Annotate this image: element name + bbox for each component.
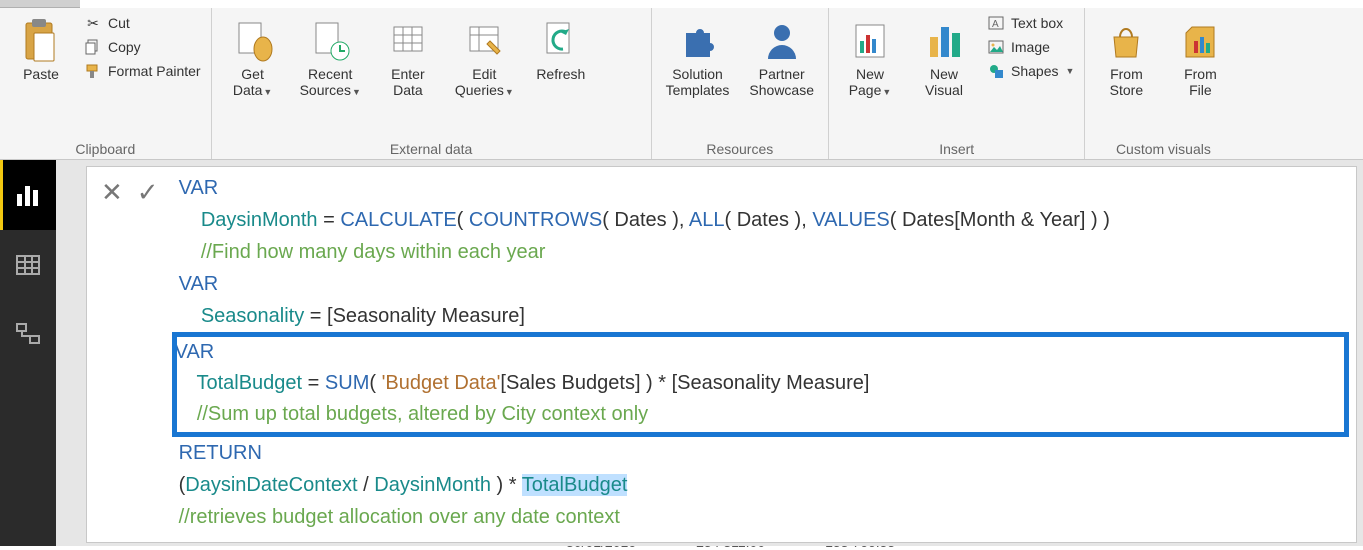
enter-data-label: Enter Data — [391, 66, 424, 98]
ribbon-group-custom: From Store From File Custom visuals — [1085, 8, 1241, 159]
recent-sources-button[interactable]: Recent Sources▼ — [296, 14, 365, 98]
svg-text:A: A — [992, 19, 999, 30]
format-painter-icon — [84, 62, 102, 80]
shapes-icon — [987, 62, 1005, 80]
nav-data-view[interactable] — [0, 230, 56, 300]
refresh-icon — [540, 18, 582, 64]
recent-sources-label: Recent Sources — [300, 66, 353, 98]
ribbon-group-resources: Solution Templates Partner Showcase Reso… — [652, 8, 829, 159]
nav-model-view[interactable] — [0, 300, 56, 370]
enter-data-button[interactable]: Enter Data — [377, 14, 439, 98]
new-page-button[interactable]: New Page▼ — [839, 14, 901, 98]
formula-editor[interactable]: VAR DaysinMonth = CALCULATE( COUNTROWS( … — [173, 167, 1356, 542]
clipboard-icon — [20, 18, 62, 64]
solution-templates-button[interactable]: Solution Templates — [662, 14, 734, 98]
copy-icon — [84, 38, 102, 56]
shapes-button[interactable]: Shapes▼ — [987, 62, 1074, 80]
paste-label: Paste — [23, 66, 59, 82]
nav-report-view[interactable] — [0, 160, 56, 230]
new-page-icon — [849, 18, 891, 64]
get-data-icon — [232, 18, 274, 64]
solution-templates-label: Solution Templates — [666, 66, 730, 98]
format-painter-button[interactable]: Format Painter — [84, 62, 201, 80]
formula-commit-button[interactable]: ✓ — [137, 177, 159, 208]
ribbon-group-insert: New Page▼ New Visual A Text box Image Sha… — [829, 8, 1085, 159]
from-file-icon — [1179, 18, 1221, 64]
group-label-clipboard: Clipboard — [10, 137, 201, 157]
edit-queries-label: Edit Queries — [455, 66, 504, 98]
ribbon: Paste ✂ Cut Copy Format Painter Clipboar… — [0, 8, 1363, 160]
model-icon — [15, 322, 41, 348]
puzzle-icon — [677, 18, 719, 64]
from-file-label: From File — [1184, 66, 1217, 98]
person-icon — [761, 18, 803, 64]
refresh-button[interactable]: Refresh — [530, 14, 592, 82]
new-visual-label: New Visual — [925, 66, 963, 98]
image-label: Image — [1011, 39, 1050, 55]
get-data-label: Get Data — [233, 66, 264, 98]
edit-queries-button[interactable]: Edit Queries▼ — [451, 14, 518, 98]
get-data-button[interactable]: Get Data▼ — [222, 14, 284, 98]
format-painter-label: Format Painter — [108, 63, 201, 79]
copy-button[interactable]: Copy — [84, 38, 201, 56]
image-button[interactable]: Image — [987, 38, 1074, 56]
group-label-custom: Custom visuals — [1095, 137, 1231, 157]
bar-chart-icon — [15, 182, 41, 208]
text-box-icon: A — [987, 14, 1005, 32]
from-file-button[interactable]: From File — [1169, 14, 1231, 98]
cut-button[interactable]: ✂ Cut — [84, 14, 201, 32]
formula-bar: ✕ ✓ VAR DaysinMonth = CALCULATE( COUNTRO… — [86, 166, 1357, 543]
ribbon-group-clipboard: Paste ✂ Cut Copy Format Painter Clipboar… — [0, 8, 212, 159]
group-label-resources: Resources — [662, 137, 818, 157]
partner-showcase-button[interactable]: Partner Showcase — [745, 14, 818, 98]
new-visual-icon — [923, 18, 965, 64]
shapes-label: Shapes — [1011, 63, 1058, 79]
text-box-button[interactable]: A Text box — [987, 14, 1074, 32]
text-box-label: Text box — [1011, 15, 1063, 31]
edit-queries-icon — [463, 18, 505, 64]
copy-label: Copy — [108, 39, 141, 55]
recent-sources-icon — [309, 18, 351, 64]
left-nav — [0, 160, 56, 546]
formula-cancel-button[interactable]: ✕ — [101, 177, 123, 208]
group-label-external: External data — [222, 137, 641, 157]
content-area: Allo City Nar Auc Christchurch 30/01/201… — [56, 160, 1363, 546]
new-page-label: New Page — [849, 66, 884, 98]
partner-showcase-label: Partner Showcase — [749, 66, 814, 98]
image-icon — [987, 38, 1005, 56]
enter-data-icon — [387, 18, 429, 64]
store-icon — [1105, 18, 1147, 64]
refresh-label: Refresh — [536, 66, 585, 82]
scissors-icon: ✂ — [84, 14, 102, 32]
from-store-label: From Store — [1110, 66, 1143, 98]
new-visual-button[interactable]: New Visual — [913, 14, 975, 98]
paste-button[interactable]: Paste — [10, 14, 72, 82]
cut-label: Cut — [108, 15, 130, 31]
table-icon — [15, 252, 41, 278]
ribbon-group-external: Get Data▼ Recent Sources▼ Enter Data Edi… — [212, 8, 652, 159]
group-label-insert: Insert — [839, 137, 1074, 157]
from-store-button[interactable]: From Store — [1095, 14, 1157, 98]
